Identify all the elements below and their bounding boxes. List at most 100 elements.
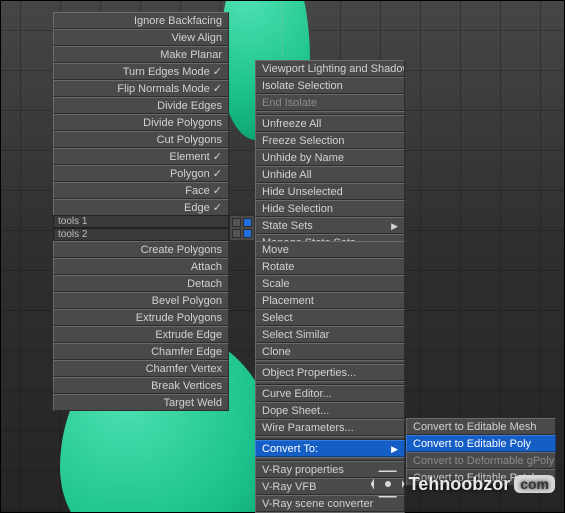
quad-menu-left-bottom: Create Polygons Attach Detach Bevel Polygon… <box>53 241 229 411</box>
menu-item[interactable]: Bevel Polygon <box>53 292 229 309</box>
menu-item[interactable]: Create Polygons <box>53 241 229 258</box>
menu-item[interactable]: Element ✓ <box>53 148 229 165</box>
menu-item-label: Unhide by Name <box>262 152 344 164</box>
menu-item-label: Ignore Backfacing <box>134 15 222 27</box>
menu-item-label: Flip Normals Mode <box>117 83 209 95</box>
menu-item[interactable]: Unhide All <box>255 166 405 183</box>
quad-header-tools2[interactable]: tools 2 <box>53 228 229 241</box>
menu-item-label: V-Ray VFB <box>262 481 316 493</box>
menu-item-label: Move <box>262 244 289 256</box>
menu-item-label: Cut Polygons <box>157 134 222 146</box>
menu-item[interactable]: Polygon ✓ <box>53 165 229 182</box>
menu-item[interactable]: Dope Sheet... <box>255 402 405 419</box>
menu-item[interactable]: Hide Unselected <box>255 183 405 200</box>
menu-item[interactable]: State Sets ▶ <box>255 217 405 234</box>
menu-item[interactable]: Attach <box>53 258 229 275</box>
menu-item[interactable]: Convert to Editable Mesh <box>406 418 556 435</box>
menu-item-label: Clone <box>262 346 291 358</box>
menu-item-label: Rotate <box>262 261 294 273</box>
menu-item-label: Convert To: <box>262 443 318 455</box>
menu-item[interactable]: Select Similar <box>255 326 405 343</box>
menu-item[interactable]: Divide Polygons <box>53 114 229 131</box>
quad-menu-right-top: Viewport Lighting and Shadows▶Isolate Se… <box>255 60 405 251</box>
menu-item-label: Edge <box>184 202 210 214</box>
menu-item[interactable]: Hide Selection <box>255 200 405 217</box>
menu-item[interactable]: Convert to Deformable gPoly <box>406 452 556 469</box>
menu-item-label: V-Ray scene converter <box>262 498 373 510</box>
quad-header-tools1[interactable]: tools 1 <box>53 215 229 228</box>
menu-item-label: Viewport Lighting and Shadows <box>262 63 405 75</box>
menu-item[interactable]: Select <box>255 309 405 326</box>
menu-item-label: Curve Editor... <box>262 388 332 400</box>
check-icon: ✓ <box>210 83 222 95</box>
menu-item[interactable]: Convert To: ▶ <box>255 440 405 457</box>
menu-item[interactable]: Isolate Selection <box>255 77 405 94</box>
menu-item[interactable]: View Align <box>53 29 229 46</box>
menu-item[interactable]: Break Vertices <box>53 377 229 394</box>
menu-item[interactable]: Clone <box>255 343 405 360</box>
submenu-arrow-icon: ▶ <box>391 218 398 234</box>
menu-item-label: Break Vertices <box>151 380 222 392</box>
menu-item[interactable]: Curve Editor... <box>255 385 405 402</box>
menu-item[interactable]: Turn Edges Mode ✓ <box>53 63 229 80</box>
menu-item-label: Select <box>262 312 293 324</box>
menu-item[interactable]: Divide Edges <box>53 97 229 114</box>
menu-item[interactable]: Extrude Polygons <box>53 309 229 326</box>
menu-item[interactable]: Rotate <box>255 258 405 275</box>
menu-item[interactable]: Scale <box>255 275 405 292</box>
watermark-text: Tehnoobzor <box>409 474 511 495</box>
menu-item[interactable]: Object Properties... <box>255 364 405 381</box>
menu-item[interactable]: Unhide by Name <box>255 149 405 166</box>
menu-item-label: Dope Sheet... <box>262 405 329 417</box>
check-icon: ✓ <box>210 168 222 180</box>
watermark-suffix: com <box>514 475 555 493</box>
menu-item-label: Convert to Deformable gPoly <box>413 455 554 467</box>
menu-item[interactable]: Cut Polygons <box>53 131 229 148</box>
menu-item[interactable]: Chamfer Edge <box>53 343 229 360</box>
menu-item[interactable]: Flip Normals Mode ✓ <box>53 80 229 97</box>
menu-item[interactable]: Ignore Backfacing <box>53 12 229 29</box>
menu-item-label: Detach <box>187 278 222 290</box>
submenu-arrow-icon: ▶ <box>391 441 398 457</box>
check-icon: ✓ <box>210 202 222 214</box>
check-icon: ✓ <box>210 151 222 163</box>
menu-item[interactable]: Convert to Editable Poly <box>406 435 556 452</box>
menu-item-label: Placement <box>262 295 314 307</box>
menu-item-label: Face <box>185 185 209 197</box>
watermark-logo-icon <box>371 469 405 499</box>
menu-item[interactable]: Extrude Edge <box>53 326 229 343</box>
menu-item-label: Select Similar <box>262 329 329 341</box>
menu-item-label: Unhide All <box>262 169 312 181</box>
menu-item[interactable]: Wire Parameters... <box>255 419 405 436</box>
check-icon: ✓ <box>210 185 222 197</box>
menu-item-label: End Isolate <box>262 97 317 109</box>
menu-item[interactable]: Freeze Selection <box>255 132 405 149</box>
menu-item-label: Chamfer Vertex <box>146 363 222 375</box>
menu-item-label: Target Weld <box>164 397 223 409</box>
menu-item-label: Extrude Polygons <box>136 312 222 324</box>
menu-item[interactable]: Unfreeze All <box>255 115 405 132</box>
menu-item-label: Object Properties... <box>262 367 356 379</box>
menu-item-label: Polygon <box>170 168 210 180</box>
menu-item-label: State Sets <box>262 220 313 232</box>
menu-item[interactable]: Detach <box>53 275 229 292</box>
menu-item-label: Convert to Editable Mesh <box>413 421 537 433</box>
menu-item[interactable]: Move <box>255 241 405 258</box>
menu-item-label: Make Planar <box>160 49 222 61</box>
menu-item-label: Chamfer Edge <box>151 346 222 358</box>
menu-item-label: Extrude Edge <box>155 329 222 341</box>
menu-item-label: Divide Edges <box>157 100 222 112</box>
menu-item-label: Convert to Editable Poly <box>413 438 531 450</box>
menu-item[interactable]: Edge ✓ <box>53 199 229 216</box>
menu-item[interactable]: End Isolate <box>255 94 405 111</box>
menu-item-label: Scale <box>262 278 290 290</box>
menu-item[interactable]: Face ✓ <box>53 182 229 199</box>
menu-item-label: Hide Unselected <box>262 186 343 198</box>
menu-item[interactable]: Target Weld <box>53 394 229 411</box>
menu-item[interactable]: Placement <box>255 292 405 309</box>
menu-item[interactable]: Viewport Lighting and Shadows▶ <box>255 60 405 77</box>
menu-item[interactable]: Make Planar <box>53 46 229 63</box>
menu-item[interactable]: Chamfer Vertex <box>53 360 229 377</box>
menu-item-label: Bevel Polygon <box>152 295 222 307</box>
menu-item-label: Attach <box>191 261 222 273</box>
